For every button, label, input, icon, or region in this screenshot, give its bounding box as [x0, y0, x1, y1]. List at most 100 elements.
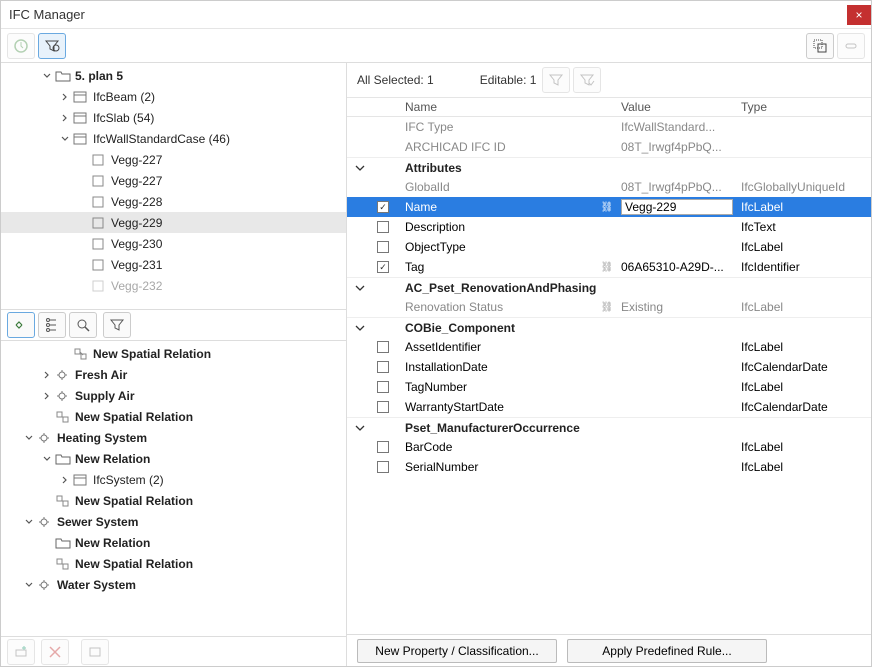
tree-item-vegg228[interactable]: Vegg-228 — [1, 191, 346, 212]
name-checkbox[interactable] — [377, 201, 389, 213]
tree-item-vegg231[interactable]: Vegg-231 — [1, 254, 346, 275]
tree-item-sewer[interactable]: Sewer System — [1, 511, 346, 532]
instdate-checkbox[interactable] — [377, 361, 389, 373]
element-icon — [91, 258, 107, 272]
property-toolbar: All Selected: 1 Editable: 1 — [347, 63, 871, 97]
collapse-icon[interactable] — [355, 423, 365, 433]
row-tag[interactable]: Tag ⛓ 06A65310-A29D-... IfcIdentifier — [347, 257, 871, 277]
element-tree[interactable]: 5. plan 5 IfcBeam (2) IfcSlab (54) IfcWa… — [1, 63, 346, 309]
folder-icon — [55, 536, 71, 550]
tree-item-vegg229[interactable]: Vegg-229 — [1, 212, 346, 233]
name-value-input[interactable] — [621, 199, 733, 215]
row-assetidentifier[interactable]: AssetIdentifier IfcLabel — [347, 337, 871, 357]
header-type[interactable]: Type — [737, 100, 871, 114]
header-name[interactable]: Name — [401, 100, 597, 114]
tree-item-ifcslab[interactable]: IfcSlab (54) — [1, 107, 346, 128]
tag-checkbox[interactable] — [377, 261, 389, 273]
assetid-checkbox[interactable] — [377, 341, 389, 353]
row-renovation-status: Renovation Status ⛓ Existing IfcLabel — [347, 297, 871, 317]
window-title: IFC Manager — [9, 7, 847, 22]
tree-item-nsr3[interactable]: New Spatial Relation — [1, 490, 346, 511]
tree-item-ifcsystem[interactable]: IfcSystem (2) — [1, 469, 346, 490]
filter-props-button — [542, 67, 570, 93]
row-objecttype[interactable]: ObjectType IfcLabel — [347, 237, 871, 257]
barcode-checkbox[interactable] — [377, 441, 389, 453]
element-icon — [91, 279, 107, 293]
assignment-toolbar — [1, 309, 346, 341]
element-icon — [91, 153, 107, 167]
tree-item-nsr1[interactable]: New Spatial Relation — [1, 343, 346, 364]
delete-assignment-button — [41, 639, 69, 665]
property-table[interactable]: Name Value Type IFC Type IfcWallStandard… — [347, 97, 871, 634]
tree-item-vegg230[interactable]: Vegg-230 — [1, 233, 346, 254]
tree-item-newrel[interactable]: New Relation — [1, 448, 346, 469]
tree-item-nsr2[interactable]: New Spatial Relation — [1, 406, 346, 427]
ifc-type-icon — [73, 473, 89, 487]
tree-item-nsr4[interactable]: New Spatial Relation — [1, 553, 346, 574]
content-area: 5. plan 5 IfcBeam (2) IfcSlab (54) IfcWa… — [1, 63, 871, 666]
warranty-checkbox[interactable] — [377, 401, 389, 413]
group-renovation[interactable]: AC_Pset_RenovationAndPhasing — [347, 277, 871, 297]
title-bar: IFC Manager × — [1, 1, 871, 29]
row-warrantystartdate[interactable]: WarrantyStartDate IfcCalendarDate — [347, 397, 871, 417]
tree-item-newrel2[interactable]: New Relation — [1, 532, 346, 553]
row-tagnumber[interactable]: TagNumber IfcLabel — [347, 377, 871, 397]
system-icon — [55, 389, 71, 403]
system-icon — [37, 578, 53, 592]
row-installationdate[interactable]: InstallationDate IfcCalendarDate — [347, 357, 871, 377]
search-assign-button[interactable] — [69, 312, 97, 338]
assignment-tree[interactable]: New Spatial Relation Fresh Air Supply Ai… — [1, 341, 346, 636]
new-assignment-button[interactable] — [7, 312, 35, 338]
tree-item-vegg232[interactable]: Vegg-232 — [1, 275, 346, 296]
tree-item-vegg227b[interactable]: Vegg-227 — [1, 170, 346, 191]
close-button[interactable]: × — [847, 5, 871, 25]
new-property-button[interactable]: New Property / Classification... — [357, 639, 557, 663]
chevron-down-icon — [23, 432, 35, 444]
tree-item-vegg227a[interactable]: Vegg-227 — [1, 149, 346, 170]
filter-assign-button[interactable] — [103, 312, 131, 338]
ifc-type-icon — [73, 111, 89, 125]
tree-item-freshair[interactable]: Fresh Air — [1, 364, 346, 385]
tree-item-plan5[interactable]: 5. plan 5 — [1, 65, 346, 86]
tree-item-ifcwall[interactable]: IfcWallStandardCase (46) — [1, 128, 346, 149]
collapse-icon[interactable] — [355, 163, 365, 173]
tree-item-water[interactable]: Water System — [1, 574, 346, 595]
group-mfr[interactable]: Pset_ManufacturerOccurrence — [347, 417, 871, 437]
tree-item-heating[interactable]: Heating System — [1, 427, 346, 448]
tree-item-supplyair[interactable]: Supply Air — [1, 385, 346, 406]
chevron-down-icon — [23, 579, 35, 591]
element-icon — [91, 216, 107, 230]
group-attributes[interactable]: Attributes — [347, 157, 871, 177]
collapse-icon[interactable] — [355, 323, 365, 333]
header-value[interactable]: Value — [617, 100, 737, 114]
spatial-relation-icon — [55, 557, 71, 571]
system-icon — [37, 431, 53, 445]
filter-view-button[interactable] — [38, 33, 66, 59]
element-icon — [91, 174, 107, 188]
group-cobie[interactable]: COBie_Component — [347, 317, 871, 337]
objtype-checkbox[interactable] — [377, 241, 389, 253]
row-name[interactable]: Name ⛓ IfcLabel — [347, 197, 871, 217]
link-icon: ⛓ — [601, 202, 614, 213]
row-barcode[interactable]: BarCode IfcLabel — [347, 437, 871, 457]
tree-item-ifcbeam[interactable]: IfcBeam (2) — [1, 86, 346, 107]
row-serialnumber[interactable]: SerialNumber IfcLabel — [347, 457, 871, 477]
collapse-icon[interactable] — [355, 283, 365, 293]
serial-checkbox[interactable] — [377, 461, 389, 473]
apply-rule-button[interactable]: Apply Predefined Rule... — [567, 639, 767, 663]
desc-checkbox[interactable] — [377, 221, 389, 233]
spatial-relation-icon — [55, 494, 71, 508]
chevron-right-icon — [41, 369, 53, 381]
right-panel: All Selected: 1 Editable: 1 Name Value T… — [347, 63, 871, 666]
tagno-checkbox[interactable] — [377, 381, 389, 393]
select-inverse-button[interactable] — [806, 33, 834, 59]
editable-label: Editable: 1 — [480, 73, 537, 87]
hierarchy-button[interactable] — [38, 312, 66, 338]
main-toolbar — [1, 29, 871, 63]
property-footer: New Property / Classification... Apply P… — [347, 634, 871, 666]
assignment-bottom-toolbar — [1, 636, 346, 666]
system-icon — [37, 515, 53, 529]
row-description[interactable]: Description IfcText — [347, 217, 871, 237]
folder-icon — [55, 452, 71, 466]
chevron-down-icon — [23, 516, 35, 528]
